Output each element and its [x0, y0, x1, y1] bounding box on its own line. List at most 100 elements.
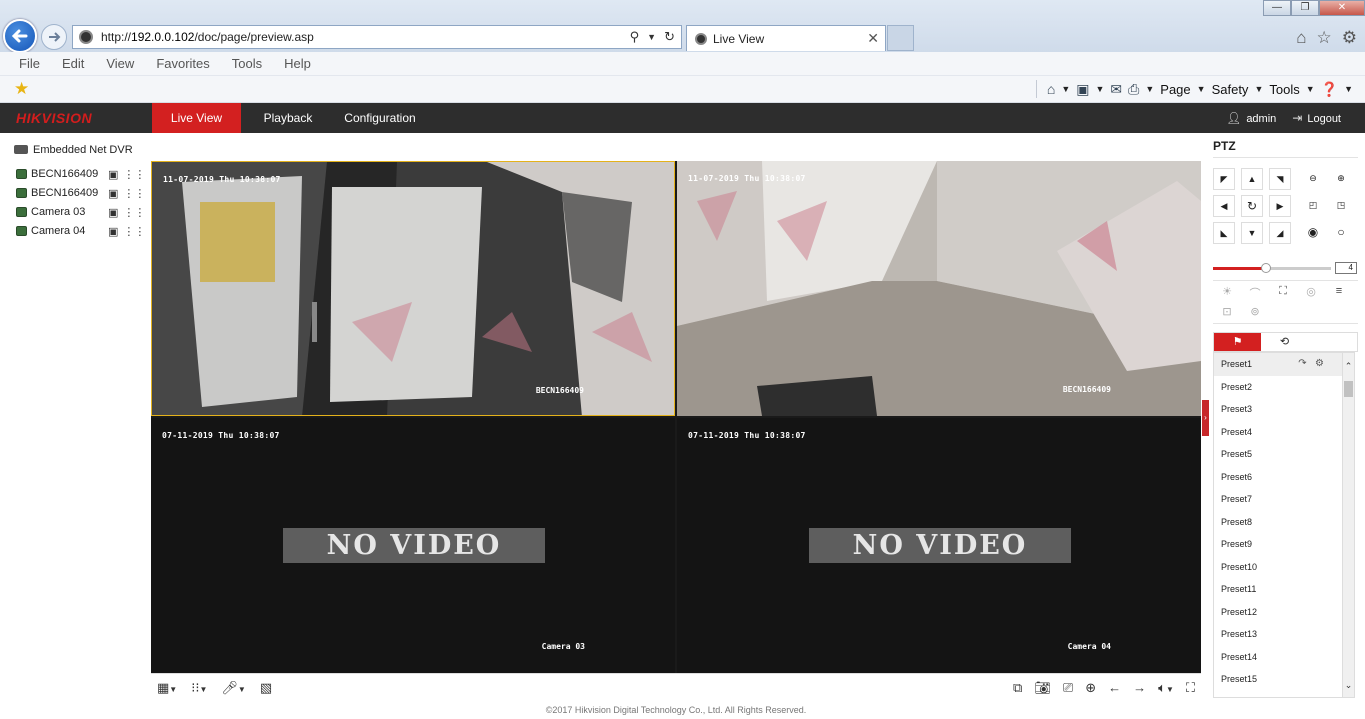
- close-tab-icon[interactable]: ✕: [867, 30, 879, 47]
- pan-up-button[interactable]: ▲: [1241, 168, 1263, 190]
- preset-item[interactable]: Preset12: [1214, 601, 1354, 624]
- menu-edit[interactable]: Edit: [62, 56, 84, 71]
- camera-item[interactable]: Camera 04 ▣ ⋮⋮: [8, 222, 146, 240]
- chevron-down-icon[interactable]: ▼: [1254, 84, 1263, 94]
- lens-init-icon[interactable]: ◎: [1297, 285, 1325, 298]
- close-window-button[interactable]: ✕: [1319, 0, 1365, 16]
- digital-zoom-icon[interactable]: ⊕: [1085, 680, 1096, 696]
- back-button[interactable]: [3, 19, 37, 53]
- favorites-star-icon[interactable]: ☆: [1317, 28, 1332, 48]
- volume-icon[interactable]: 🔈︎▼: [1158, 680, 1174, 696]
- tab-configuration[interactable]: Configuration: [340, 103, 420, 133]
- pan-down-button[interactable]: ▼: [1241, 222, 1263, 244]
- settings-gear-icon[interactable]: ⚙: [1342, 28, 1357, 48]
- stream-type-icon[interactable]: ⋮⋮: [123, 168, 145, 181]
- home-icon[interactable]: ⌂: [1047, 81, 1055, 97]
- preset-item[interactable]: Preset3: [1214, 398, 1354, 421]
- tools-menu[interactable]: Tools: [1269, 82, 1299, 97]
- page-menu[interactable]: Page: [1160, 82, 1190, 97]
- chevron-down-icon[interactable]: ▼: [1145, 84, 1154, 94]
- stop-all-icon[interactable]: ⧉: [1013, 680, 1022, 696]
- preset-item[interactable]: Preset7: [1214, 488, 1354, 511]
- chevron-down-icon[interactable]: ▼: [1096, 84, 1105, 94]
- focus-near-icon[interactable]: ◰: [1302, 195, 1324, 217]
- set-preset-gear-icon[interactable]: ⚙: [1315, 358, 1324, 369]
- help-icon[interactable]: ❓: [1321, 81, 1338, 98]
- logout-button[interactable]: ⇥ Logout: [1292, 111, 1341, 125]
- one-touch-focus-icon[interactable]: ⊡: [1213, 305, 1241, 318]
- search-icon[interactable]: ⚲: [630, 29, 640, 45]
- preset-item[interactable]: Preset13: [1214, 623, 1354, 646]
- stream-type-icon[interactable]: ⁝⁝▼: [191, 680, 207, 696]
- focus-far-icon[interactable]: ◳: [1330, 195, 1352, 217]
- preset-item[interactable]: Preset11: [1214, 578, 1354, 601]
- tab-patrol[interactable]: ⟲: [1261, 333, 1308, 351]
- new-tab-button[interactable]: [887, 25, 914, 51]
- pan-up-right-button[interactable]: ◥: [1269, 168, 1291, 190]
- pan-left-button[interactable]: ◀: [1213, 195, 1235, 217]
- preset-item[interactable]: Preset10: [1214, 556, 1354, 579]
- menu-favorites[interactable]: Favorites: [156, 56, 209, 71]
- slider-knob[interactable]: [1261, 263, 1272, 273]
- start-stream-icon[interactable]: ▣: [108, 168, 118, 181]
- iris-open-icon[interactable]: ○: [1330, 222, 1352, 244]
- start-stream-icon[interactable]: ▣: [108, 187, 118, 200]
- collapse-ptz-handle[interactable]: ›: [1202, 400, 1209, 436]
- preset-item[interactable]: Preset6: [1214, 466, 1354, 489]
- camera-item[interactable]: BECN166409 ▣ ⋮⋮: [8, 165, 146, 183]
- microphone-icon[interactable]: 🎤︎▼: [221, 680, 245, 696]
- preset-item[interactable]: Preset4: [1214, 421, 1354, 444]
- menu-icon[interactable]: ≡: [1325, 285, 1353, 297]
- menu-view[interactable]: View: [106, 56, 134, 71]
- minimize-button[interactable]: —: [1263, 0, 1291, 16]
- 3d-zoom-icon[interactable]: ⛶: [1269, 285, 1297, 298]
- preset-item[interactable]: Preset14: [1214, 646, 1354, 669]
- preset-item[interactable]: Preset1 ↷ ⚙: [1214, 353, 1354, 376]
- stream-type-icon[interactable]: ⋮⋮: [123, 187, 145, 200]
- tab-presets[interactable]: ⚑: [1214, 333, 1261, 351]
- browser-tab-live-view[interactable]: Live View ✕: [686, 25, 886, 51]
- preset-item[interactable]: Preset2: [1214, 376, 1354, 399]
- video-pane[interactable]: 11-07-2019 Thu 10:38:07 BECN166409: [677, 161, 1201, 416]
- mail-icon[interactable]: ✉: [1110, 81, 1122, 98]
- capture-icon[interactable]: 📷︎: [1034, 680, 1051, 696]
- menu-file[interactable]: File: [19, 56, 40, 71]
- device-root[interactable]: Embedded Net DVR: [8, 141, 146, 158]
- preset-item[interactable]: Preset9: [1214, 533, 1354, 556]
- preset-scrollbar[interactable]: ⌃ ⌄: [1342, 353, 1354, 697]
- stream-type-icon[interactable]: ⋮⋮: [123, 225, 145, 238]
- forward-button[interactable]: [41, 24, 67, 50]
- print-icon[interactable]: ⎙: [1128, 81, 1139, 98]
- stream-type-icon[interactable]: ⋮⋮: [123, 206, 145, 219]
- chevron-down-icon[interactable]: ▼: [1344, 84, 1353, 94]
- light-icon[interactable]: ☀: [1213, 285, 1241, 298]
- pan-down-right-button[interactable]: ◢: [1269, 222, 1291, 244]
- manual-tracking-icon[interactable]: ⊚: [1241, 305, 1269, 318]
- record-icon[interactable]: ⎚: [1063, 680, 1073, 696]
- next-page-icon[interactable]: →: [1133, 680, 1146, 696]
- preset-item[interactable]: Preset16: [1214, 691, 1354, 698]
- ptz-speed-slider[interactable]: 4: [1213, 262, 1358, 274]
- pan-up-left-button[interactable]: ◤: [1213, 168, 1235, 190]
- add-favorite-star-icon[interactable]: ★: [14, 79, 29, 99]
- chevron-down-icon[interactable]: ▼: [1061, 84, 1070, 94]
- safety-menu[interactable]: Safety: [1212, 82, 1249, 97]
- pan-right-button[interactable]: ▶: [1269, 195, 1291, 217]
- preset-item[interactable]: Preset8: [1214, 511, 1354, 534]
- refresh-icon[interactable]: ↻: [664, 29, 675, 45]
- pan-down-left-button[interactable]: ◣: [1213, 222, 1235, 244]
- zoom-out-icon[interactable]: ⊖: [1302, 168, 1324, 190]
- tab-playback[interactable]: Playback: [256, 103, 320, 133]
- menu-help[interactable]: Help: [284, 56, 311, 71]
- rss-feed-icon[interactable]: ▣: [1076, 81, 1089, 98]
- scroll-down-icon[interactable]: ⌄: [1343, 680, 1354, 691]
- preset-item[interactable]: Preset15: [1214, 668, 1354, 691]
- tab-live-view[interactable]: Live View: [152, 103, 241, 133]
- chevron-down-icon[interactable]: ▼: [647, 29, 656, 45]
- start-stream-icon[interactable]: ▣: [108, 225, 118, 238]
- chevron-down-icon[interactable]: ▼: [1306, 84, 1315, 94]
- preset-item[interactable]: Preset5: [1214, 443, 1354, 466]
- camera-item[interactable]: Camera 03 ▣ ⋮⋮: [8, 203, 146, 221]
- video-pane[interactable]: 07-11-2019 Thu 10:38:07 NO VIDEO Camera …: [677, 418, 1201, 673]
- video-pane[interactable]: 07-11-2019 Thu 10:38:07 NO VIDEO Camera …: [151, 418, 675, 673]
